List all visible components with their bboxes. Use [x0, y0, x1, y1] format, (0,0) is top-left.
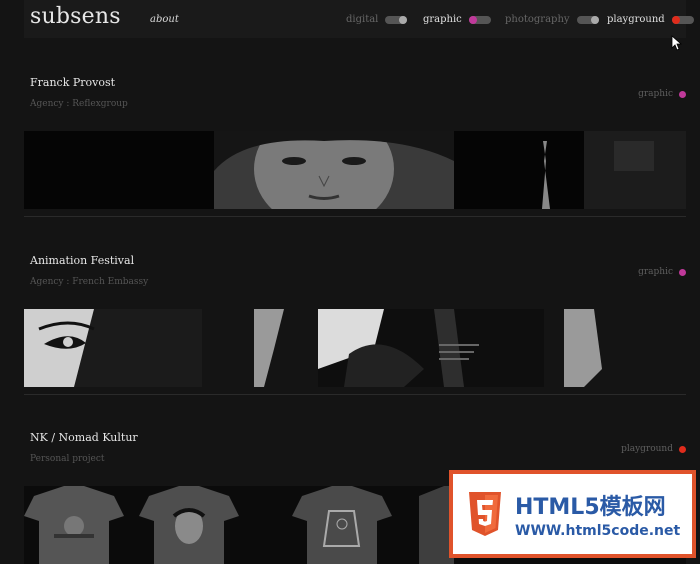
about-link[interactable]: about — [150, 14, 179, 25]
project-agency: Agency : French Embassy — [30, 277, 149, 287]
filter-digital[interactable]: digital — [346, 14, 408, 25]
filter-label: graphic — [423, 14, 462, 25]
festival-poster-image — [24, 309, 686, 387]
project-title[interactable]: Animation Festival — [30, 254, 134, 267]
filter-label: photography — [505, 14, 570, 25]
filter-toggle[interactable] — [385, 15, 408, 24]
filter-graphic[interactable]: graphic — [423, 14, 491, 25]
filter-playground[interactable]: playground — [607, 14, 694, 25]
watermark-inner: HTML5模板网 WWW.html5code.net — [453, 474, 692, 554]
category-label: graphic — [638, 89, 673, 99]
watermark-text: HTML5模板网 WWW.html5code.net — [515, 489, 680, 539]
site-logo[interactable]: subsens — [30, 4, 121, 29]
filter-label: digital — [346, 14, 379, 25]
project-image-strip[interactable] — [24, 131, 686, 209]
project-title[interactable]: NK / Nomad Kultur — [30, 431, 138, 444]
category-label: graphic — [638, 267, 673, 277]
project-category: graphic — [638, 267, 686, 277]
category-dot — [679, 90, 686, 98]
filter-label: playground — [607, 14, 665, 25]
project-category: playground — [621, 444, 686, 454]
woman-portrait-image — [24, 131, 686, 209]
project-agency: Personal project — [30, 454, 105, 464]
project-title[interactable]: Franck Provost — [30, 76, 115, 89]
filter-photography[interactable]: photography — [505, 14, 599, 25]
project-category: graphic — [638, 89, 686, 99]
watermark-badge: HTML5模板网 WWW.html5code.net — [449, 470, 696, 558]
watermark-line1: HTML5模板网 — [515, 495, 666, 520]
toggle-knob — [590, 15, 599, 24]
top-navigation-bar: subsens about digital graphic photograph… — [24, 0, 694, 38]
mouse-cursor-icon — [671, 35, 683, 51]
toggle-knob — [399, 15, 408, 24]
project-agency: Agency : Reflexgroup — [30, 99, 128, 109]
filter-toggle[interactable] — [468, 15, 491, 24]
category-dot — [679, 445, 686, 453]
filter-toggle[interactable] — [576, 15, 599, 24]
project-image-strip[interactable] — [24, 309, 686, 387]
watermark-line2: WWW.html5code.net — [515, 523, 681, 539]
section-divider — [24, 394, 686, 395]
section-divider — [24, 216, 686, 217]
category-dot — [679, 268, 686, 276]
toggle-knob — [671, 15, 680, 24]
html5-shield-icon — [469, 492, 501, 536]
toggle-knob — [468, 15, 477, 24]
category-label: playground — [621, 444, 673, 454]
filter-toggle[interactable] — [671, 15, 694, 24]
